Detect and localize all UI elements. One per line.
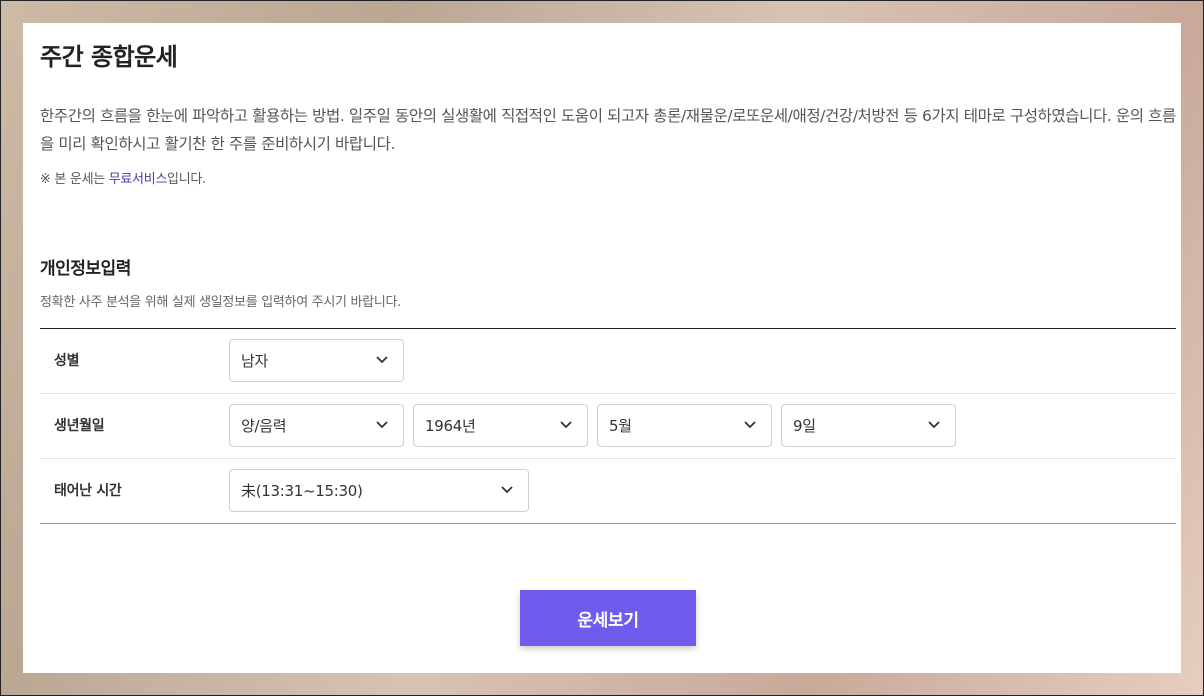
gender-label: 성별 xyxy=(54,353,80,369)
birth-month-value: 5월 xyxy=(609,417,632,435)
gender-row: 성별 남자 xyxy=(40,329,1176,394)
gender-select[interactable]: 남자 xyxy=(229,339,404,382)
birth-day-value: 9일 xyxy=(793,417,816,435)
birth-month-select[interactable]: 5월 xyxy=(597,404,772,447)
content-panel: 주간 종합운세 한주간의 흐름을 한눈에 파악하고 활용하는 방법. 일주일 동… xyxy=(23,23,1181,673)
calendar-type-select[interactable]: 양/음력 xyxy=(229,404,404,447)
service-notice: ※ 본 운세는 무료서비스입니다. xyxy=(40,168,206,187)
gender-value: 남자 xyxy=(241,352,269,370)
notice-prefix: ※ 본 운세는 xyxy=(40,172,109,187)
page-title: 주간 종합운세 xyxy=(40,43,178,71)
chevron-down-icon xyxy=(744,421,756,429)
birth-year-value: 1964년 xyxy=(425,417,476,435)
chevron-down-icon xyxy=(376,356,388,364)
birth-day-select[interactable]: 9일 xyxy=(781,404,956,447)
birth-time-value: 未(13:31~15:30) xyxy=(241,482,363,500)
free-service-label: 무료서비스 xyxy=(108,172,168,187)
page-description: 한주간의 흐름을 한눈에 파악하고 활용하는 방법. 일주일 동안의 실생활에 … xyxy=(40,107,1176,153)
birth-time-label: 태어난 시간 xyxy=(54,483,122,499)
chevron-down-icon xyxy=(928,421,940,429)
birthdate-row: 생년월일 양/음력 1964년 5월 9일 xyxy=(40,394,1176,459)
calendar-type-value: 양/음력 xyxy=(241,417,287,435)
birthdate-label: 생년월일 xyxy=(54,418,105,434)
section-title: 개인정보입력 xyxy=(40,259,131,279)
birth-time-select[interactable]: 未(13:31~15:30) xyxy=(229,469,529,512)
chevron-down-icon xyxy=(376,421,388,429)
personal-info-form: 성별 남자 생년월일 양/음력 1964년 5월 9일 태어난 시간 未(13:… xyxy=(40,328,1176,524)
birth-year-select[interactable]: 1964년 xyxy=(413,404,588,447)
view-fortune-button[interactable]: 운세보기 xyxy=(520,590,696,646)
chevron-down-icon xyxy=(560,421,572,429)
chevron-down-icon xyxy=(501,486,513,494)
section-subtitle: 정확한 사주 분석을 위해 실제 생일정보를 입력하여 주시기 바랍니다. xyxy=(40,295,401,310)
birth-time-row: 태어난 시간 未(13:31~15:30) xyxy=(40,459,1176,523)
notice-suffix: 입니다. xyxy=(167,172,206,187)
